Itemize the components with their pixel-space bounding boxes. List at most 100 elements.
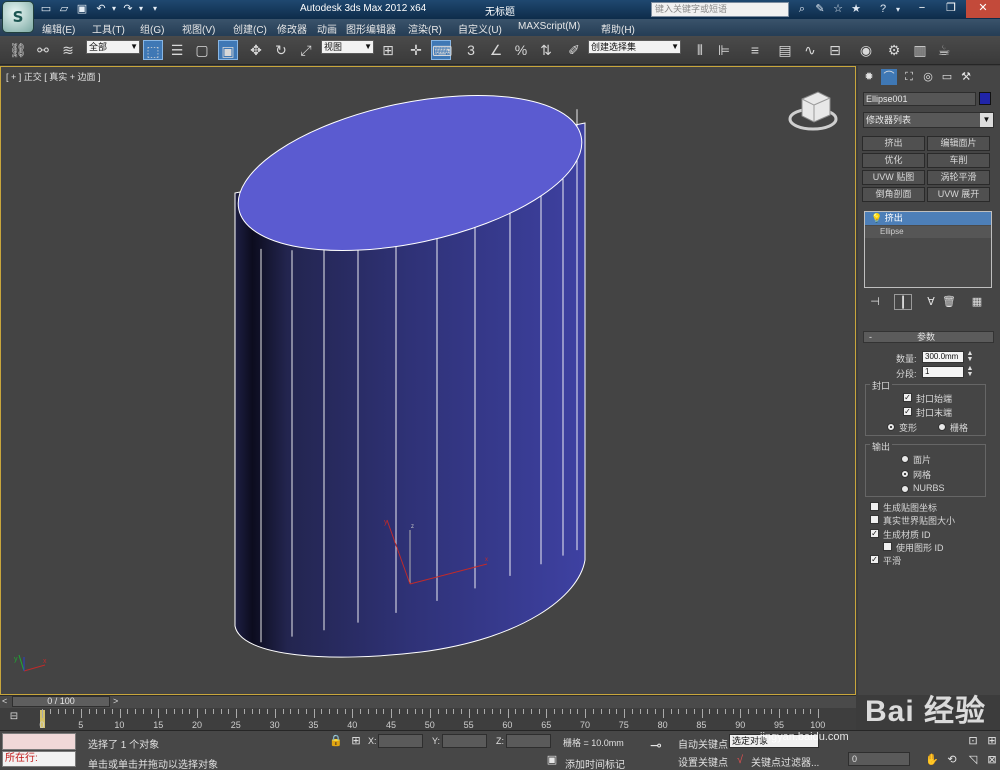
- make-unique-icon[interactable]: ∀: [922, 294, 940, 310]
- render-setup-icon[interactable]: ⚙: [884, 40, 904, 60]
- modifier-list-dropdown[interactable]: 修改器列表 ▼: [863, 112, 994, 128]
- mod-button-extrude[interactable]: 挤出: [862, 136, 925, 151]
- set-key-icon[interactable]: ⊸: [648, 737, 664, 753]
- render-production-icon[interactable]: ☕: [934, 40, 954, 60]
- add-time-tag[interactable]: 添加时间标记: [565, 756, 625, 770]
- menu-tools[interactable]: 工具(T): [92, 21, 125, 36]
- communication-center-icon[interactable]: ☆: [830, 2, 846, 17]
- maximize-viewport-icon[interactable]: ⊠: [984, 752, 1000, 768]
- lock-selection-icon[interactable]: 🔒: [328, 733, 344, 749]
- parameters-rollout-header[interactable]: - 参数: [863, 331, 994, 343]
- mod-button-turbosmooth[interactable]: 涡轮平滑: [927, 170, 990, 185]
- zoom-all-icon[interactable]: ⊞: [984, 733, 1000, 749]
- use-shape-ids-checkbox[interactable]: [883, 542, 892, 551]
- help-icon[interactable]: ?: [875, 2, 891, 17]
- snap-toggle-icon[interactable]: 3: [461, 40, 481, 60]
- object-color-swatch[interactable]: [979, 92, 991, 105]
- mirror-icon[interactable]: ⫴: [690, 40, 710, 60]
- restore-button[interactable]: ❐: [937, 0, 965, 18]
- z-coord-field[interactable]: [506, 734, 551, 748]
- rendered-frame-window-icon[interactable]: ▥: [910, 40, 930, 60]
- mod-button-unwrap-uvw[interactable]: UVW 展开: [927, 187, 990, 202]
- search-input[interactable]: 键入关键字或短语: [651, 2, 789, 17]
- material-editor-icon[interactable]: ◉: [856, 40, 876, 60]
- utilities-tab-icon[interactable]: ⚒: [958, 69, 974, 85]
- gen-matid-checkbox[interactable]: ✓: [870, 529, 879, 538]
- segments-spinner[interactable]: 1: [922, 366, 964, 378]
- percent-snap-icon[interactable]: %: [511, 40, 531, 60]
- field-of-view-icon[interactable]: ◹: [965, 752, 981, 768]
- stack-item-extrude[interactable]: 💡 挤出: [865, 212, 991, 225]
- keyboard-shortcut-override-icon[interactable]: ⌨: [431, 40, 452, 60]
- smooth-checkbox[interactable]: ✓: [870, 555, 879, 564]
- pivot-center-icon[interactable]: ⊞: [378, 40, 398, 60]
- cap-end-checkbox[interactable]: ✓: [903, 407, 912, 416]
- motion-tab-icon[interactable]: ◎: [920, 69, 936, 85]
- modifier-stack[interactable]: 💡 挤出 Ellipse: [864, 211, 992, 288]
- real-world-checkbox[interactable]: [870, 515, 879, 524]
- configure-modifier-sets-icon[interactable]: ▦: [968, 294, 986, 310]
- absolute-mode-icon[interactable]: ⊞: [348, 733, 364, 749]
- curve-editor-icon[interactable]: ∿: [800, 40, 820, 60]
- save-file-icon[interactable]: ▣: [74, 1, 90, 17]
- create-tab-icon[interactable]: ✹: [861, 69, 877, 85]
- hierarchy-tab-icon[interactable]: ⛶: [901, 69, 917, 85]
- favorites-icon[interactable]: ★: [848, 2, 864, 17]
- amount-spinner[interactable]: 300.0mm: [922, 351, 964, 363]
- rollout-collapse-icon[interactable]: -: [869, 332, 872, 342]
- bind-to-spacewarp-icon[interactable]: ≋: [58, 40, 78, 60]
- mod-button-lathe[interactable]: 车削: [927, 153, 990, 168]
- rectangular-selection-icon[interactable]: ▢: [192, 40, 212, 60]
- reference-coord-dropdown[interactable]: 视图 ▼: [321, 40, 374, 54]
- subscription-icon[interactable]: ✎: [812, 2, 828, 17]
- time-tag-icon[interactable]: ▣: [544, 752, 560, 768]
- select-manipulate-icon[interactable]: ✛: [406, 40, 426, 60]
- window-crossing-icon[interactable]: ▣: [218, 40, 238, 60]
- spinner-snap-icon[interactable]: ⇅: [536, 40, 556, 60]
- cap-start-checkbox[interactable]: ✓: [903, 393, 912, 402]
- scale-icon[interactable]: ⤢: [296, 40, 316, 60]
- pan-view-icon[interactable]: ✋: [924, 752, 940, 768]
- show-end-result-icon[interactable]: ┃: [894, 294, 912, 310]
- time-slider-next-icon[interactable]: >: [113, 696, 118, 706]
- lightbulb-icon[interactable]: 💡: [871, 213, 885, 223]
- time-slider-prev-icon[interactable]: <: [2, 696, 7, 706]
- gen-mapping-checkbox[interactable]: [870, 502, 879, 511]
- graphite-ribbon-icon[interactable]: ▤: [775, 40, 795, 60]
- angle-snap-icon[interactable]: ∠: [486, 40, 506, 60]
- remove-modifier-icon[interactable]: 🗑: [940, 294, 958, 310]
- output-patch-radio[interactable]: [901, 455, 909, 463]
- new-file-icon[interactable]: ▭: [38, 1, 54, 17]
- maxscript-listener-mini[interactable]: [2, 733, 76, 750]
- menu-rendering[interactable]: 渲染(R): [408, 21, 442, 36]
- modify-tab-icon[interactable]: ⌒: [881, 69, 897, 85]
- auto-key-button[interactable]: 自动关键点: [678, 736, 728, 751]
- y-coord-field[interactable]: [442, 734, 487, 748]
- menu-animation[interactable]: 动画: [317, 21, 337, 36]
- close-button[interactable]: ✕: [966, 0, 1000, 18]
- move-icon[interactable]: ✥: [246, 40, 266, 60]
- app-logo-icon[interactable]: S: [2, 1, 34, 33]
- mod-button-optimize[interactable]: 优化: [862, 153, 925, 168]
- zoom-extents-icon[interactable]: ⊡: [965, 733, 981, 749]
- current-frame-field[interactable]: 0: [848, 752, 910, 766]
- menu-group[interactable]: 组(G): [140, 21, 164, 36]
- link-icon[interactable]: ⛓: [8, 40, 28, 60]
- amount-spinner-arrows-icon[interactable]: ▲ ▼: [966, 350, 974, 363]
- grid-radio[interactable]: [938, 423, 946, 431]
- named-selection-dropdown[interactable]: 创建选择集 ▼: [588, 40, 681, 54]
- mini-curve-editor-icon[interactable]: ⊟: [6, 711, 22, 725]
- mod-button-bevel-profile[interactable]: 倒角剖面: [862, 187, 925, 202]
- pin-stack-icon[interactable]: ⊣: [866, 294, 884, 310]
- key-filters-icon[interactable]: √: [732, 752, 748, 768]
- menu-modifiers[interactable]: 修改器: [277, 21, 307, 36]
- align-icon[interactable]: ⊫: [714, 40, 734, 60]
- menu-edit[interactable]: 编辑(E): [42, 21, 75, 36]
- unlink-icon[interactable]: ⚯: [33, 40, 53, 60]
- minimize-button[interactable]: −: [908, 0, 936, 18]
- menu-create[interactable]: 创建(C): [233, 21, 267, 36]
- output-nurbs-radio[interactable]: [901, 485, 909, 493]
- mod-button-uvw-map[interactable]: UVW 贴图: [862, 170, 925, 185]
- layer-manager-icon[interactable]: ≡: [745, 40, 765, 60]
- morph-radio[interactable]: [887, 423, 895, 431]
